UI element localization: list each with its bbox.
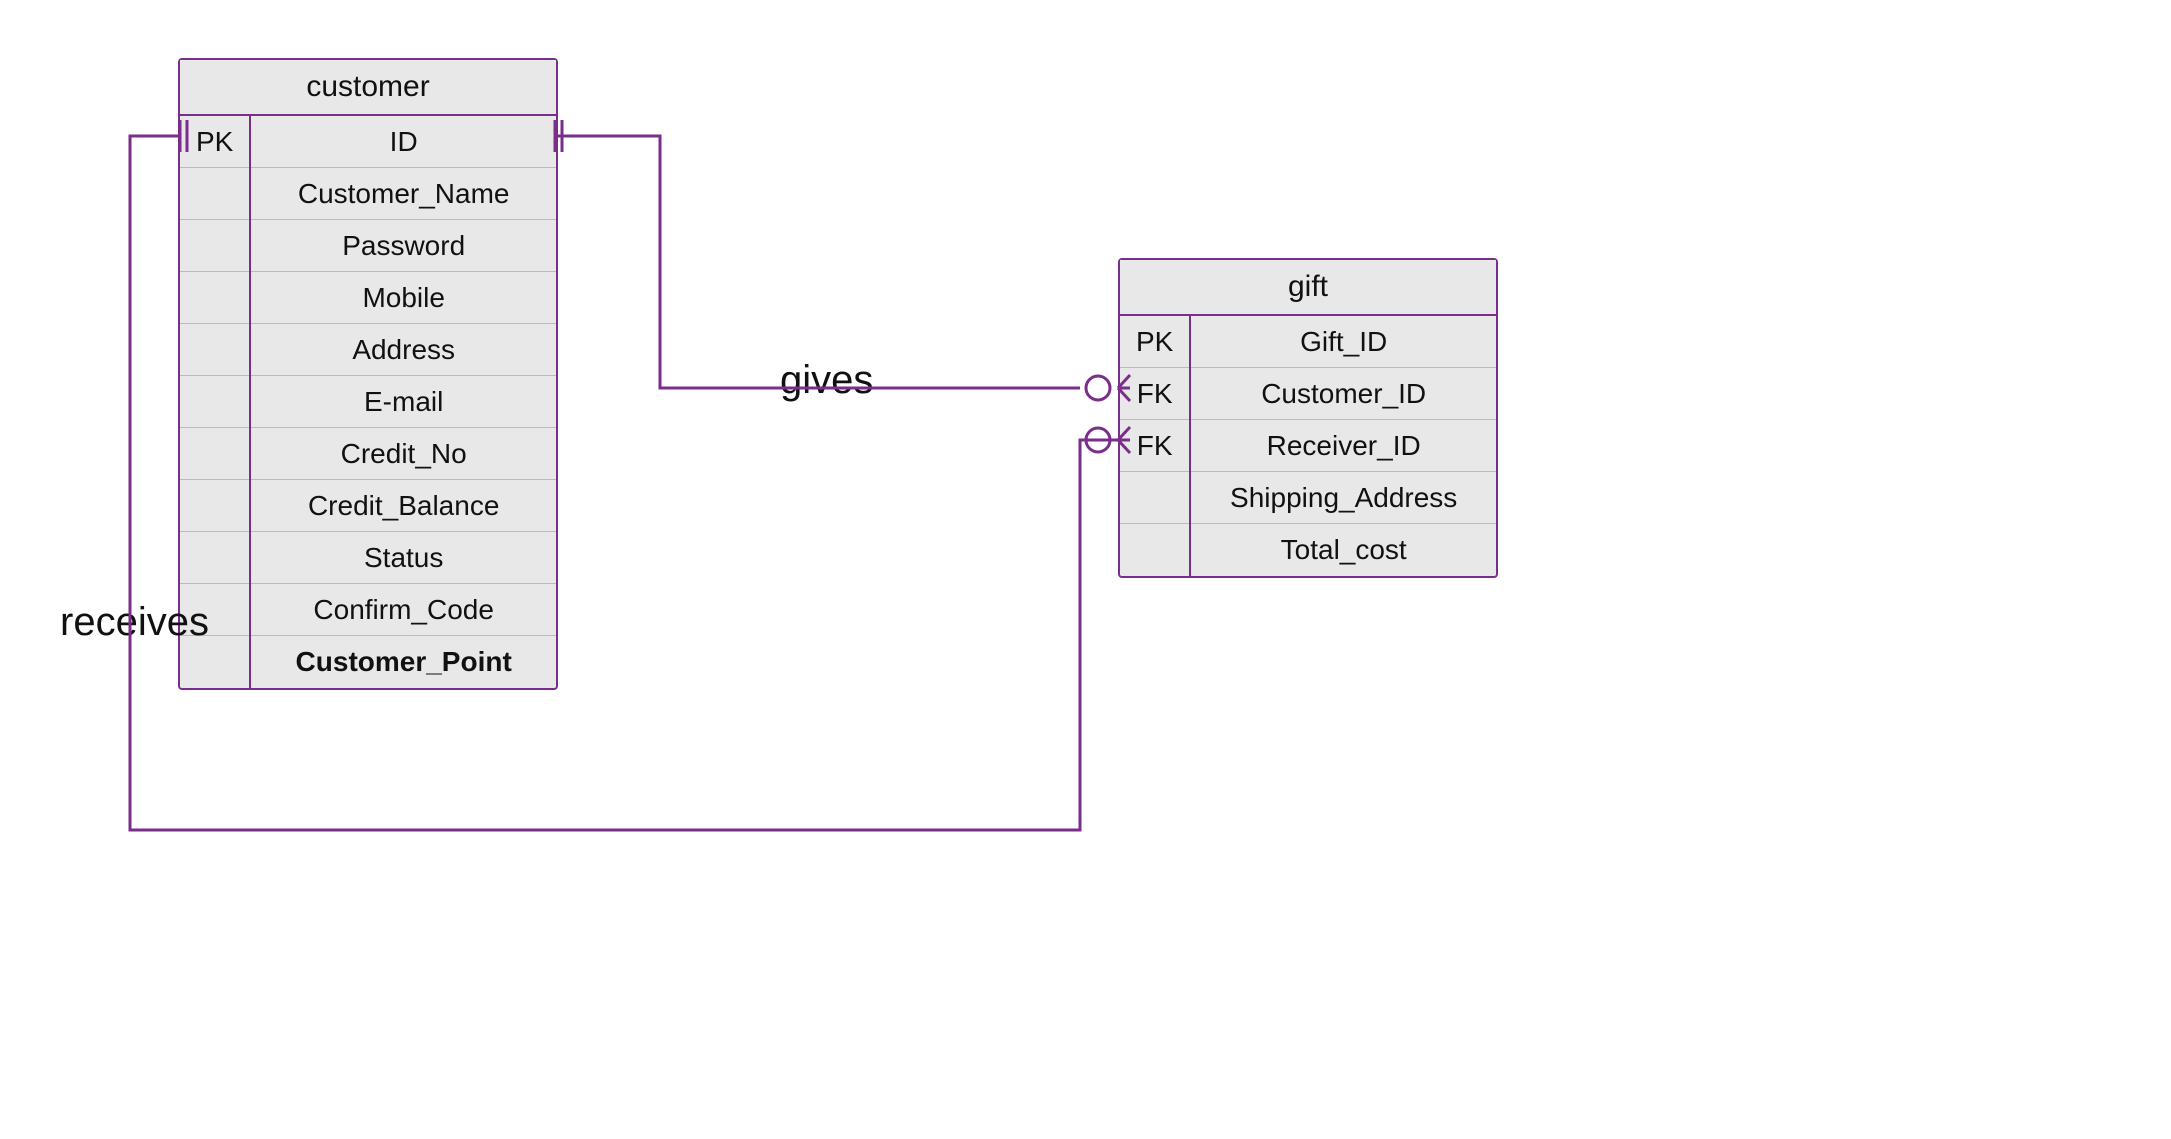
customer-field-mobile: Mobile [251, 272, 556, 324]
customer-field-email: E-mail [251, 376, 556, 428]
customer-table: customer PK ID Customer_Name Password Mo… [178, 58, 558, 690]
customer-key-6 [180, 376, 249, 428]
customer-key-pk: PK [180, 116, 249, 168]
gift-field-receiverid: Receiver_ID [1191, 420, 1496, 472]
gift-table: gift PK FK FK Gift_ID Customer_ID Receiv… [1118, 258, 1498, 578]
gift-field-shipping: Shipping_Address [1191, 472, 1496, 524]
gift-field-customerid: Customer_ID [1191, 368, 1496, 420]
customer-key-7 [180, 428, 249, 480]
gift-key-4 [1120, 472, 1189, 524]
customer-field-id: ID [251, 116, 556, 168]
gift-key-fk1: FK [1120, 368, 1189, 420]
customer-key-2 [180, 168, 249, 220]
gift-field-totalcost: Total_cost [1191, 524, 1496, 576]
gift-key-pk: PK [1120, 316, 1189, 368]
gift-key-5 [1120, 524, 1189, 576]
receives-label: receives [60, 600, 209, 645]
customer-fields-col: ID Customer_Name Password Mobile Address… [251, 116, 556, 688]
customer-key-9 [180, 532, 249, 584]
customer-table-title: customer [180, 60, 556, 116]
gift-fields-col: Gift_ID Customer_ID Receiver_ID Shipping… [1191, 316, 1496, 576]
customer-field-name: Customer_Name [251, 168, 556, 220]
customer-field-creditno: Credit_No [251, 428, 556, 480]
gift-key-fk2: FK [1120, 420, 1189, 472]
diagram-container: customer PK ID Customer_Name Password Mo… [0, 0, 2171, 1139]
gives-label: gives [780, 358, 873, 403]
gift-keys-col: PK FK FK [1120, 316, 1191, 576]
customer-key-3 [180, 220, 249, 272]
gift-table-title: gift [1120, 260, 1496, 316]
customer-field-password: Password [251, 220, 556, 272]
customer-field-address: Address [251, 324, 556, 376]
gift-field-id: Gift_ID [1191, 316, 1496, 368]
customer-key-5 [180, 324, 249, 376]
customer-field-status: Status [251, 532, 556, 584]
customer-key-8 [180, 480, 249, 532]
customer-key-4 [180, 272, 249, 324]
customer-field-creditbalance: Credit_Balance [251, 480, 556, 532]
customer-field-confirmcode: Confirm_Code [251, 584, 556, 636]
customer-field-customerpoint: Customer_Point [251, 636, 556, 688]
